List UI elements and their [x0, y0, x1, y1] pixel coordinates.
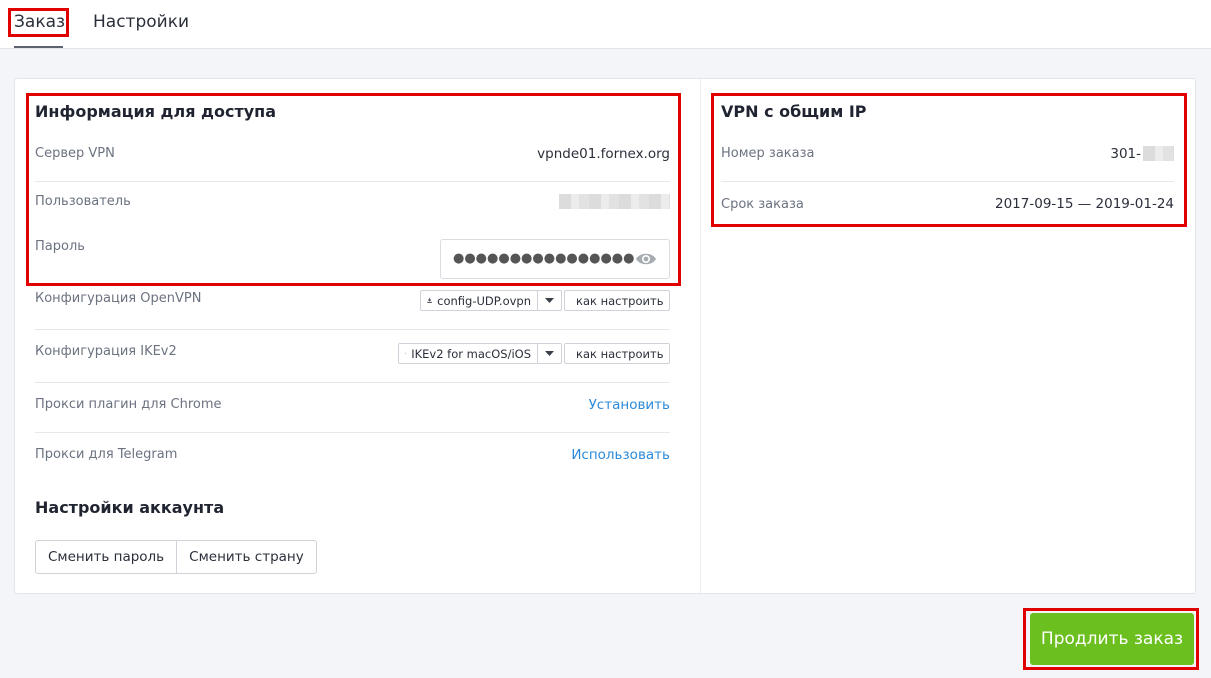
openvpn-howto-button[interactable]: ? как настроить	[564, 290, 670, 311]
password-field[interactable]: ●●●●●●●●●●●●●●●●	[440, 239, 670, 279]
divider	[35, 181, 670, 182]
ikev2-label: Конфигурация IKEv2	[35, 344, 177, 359]
eye-icon[interactable]	[635, 251, 657, 267]
server-label: Сервер VPN	[35, 146, 115, 161]
ikev2-howto-button[interactable]: ? как настроить	[564, 343, 670, 364]
user-label: Пользователь	[35, 194, 131, 209]
order-number-label: Номер заказа	[721, 146, 815, 161]
change-password-button[interactable]: Сменить пароль	[36, 541, 176, 573]
chevron-down-icon	[545, 298, 554, 303]
server-value: vpnde01.fornex.org	[537, 146, 670, 162]
divider	[35, 432, 670, 433]
vpn-title: VPN с общим IP	[721, 102, 867, 121]
openvpn-button-label: config-UDP.ovpn	[437, 293, 531, 308]
order-number-redacted	[1143, 146, 1174, 161]
account-buttons: Сменить пароль Сменить страну	[35, 540, 317, 574]
order-number-prefix: 301-	[1110, 146, 1141, 162]
tab-settings[interactable]: Настройки	[93, 0, 189, 48]
openvpn-dropdown-button[interactable]	[538, 290, 562, 311]
order-term-value: 2017-09-15 — 2019-01-24	[995, 196, 1174, 212]
ikev2-dropdown-button[interactable]	[538, 343, 562, 364]
order-term-label: Срок заказа	[721, 197, 804, 212]
divider	[721, 181, 1174, 182]
telegram-proxy-label: Прокси для Telegram	[35, 447, 178, 462]
openvpn-label: Конфигурация OpenVPN	[35, 291, 202, 306]
column-divider	[700, 79, 701, 593]
ikev2-download-button[interactable]: IKEv2 for macOS/iOS	[398, 343, 538, 364]
download-icon	[427, 297, 432, 303]
tab-order[interactable]: Заказ	[14, 0, 65, 48]
chrome-install-link[interactable]: Установить	[530, 397, 670, 413]
download-icon	[405, 352, 407, 355]
ikev2-button-label: IKEv2 for macOS/iOS	[411, 346, 531, 361]
password-mask: ●●●●●●●●●●●●●●●●	[453, 251, 635, 266]
telegram-use-link[interactable]: Использовать	[530, 447, 670, 463]
password-label: Пароль	[35, 239, 85, 254]
chevron-down-icon	[545, 351, 554, 356]
ikev2-howto-label: как настроить	[576, 346, 664, 361]
chrome-proxy-label: Прокси плагин для Chrome	[35, 397, 222, 412]
change-country-button[interactable]: Сменить страну	[176, 541, 316, 573]
divider	[35, 382, 670, 383]
divider	[35, 329, 670, 330]
openvpn-howto-label: как настроить	[576, 293, 664, 308]
username-redacted	[559, 194, 670, 209]
openvpn-download-button[interactable]: config-UDP.ovpn	[420, 290, 538, 311]
account-settings-title: Настройки аккаунта	[35, 498, 225, 517]
renew-order-button[interactable]: Продлить заказ	[1030, 613, 1194, 665]
access-info-title: Информация для доступа	[35, 102, 276, 121]
